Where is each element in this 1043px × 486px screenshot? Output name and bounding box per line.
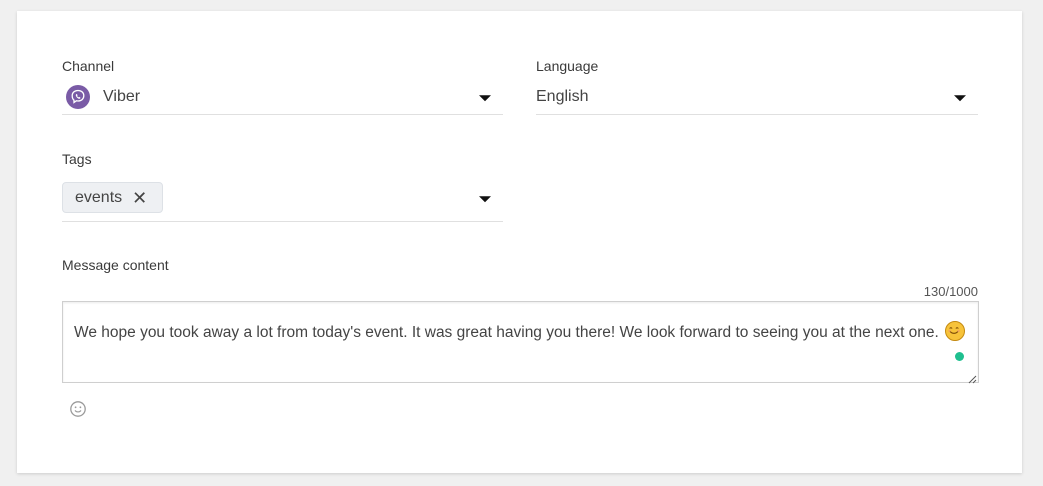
smiling-face-emoji-icon	[945, 321, 966, 341]
message-textarea[interactable]: We hope you took away a lot from today's…	[62, 301, 979, 384]
status-dot	[955, 352, 964, 361]
message-text-content: We hope you took away a lot from today's…	[74, 324, 939, 341]
message-text: We hope you took away a lot from today's…	[74, 321, 966, 342]
resize-handle-icon[interactable]	[967, 371, 977, 384]
language-select[interactable]: English	[536, 80, 978, 115]
chevron-down-icon[interactable]	[479, 196, 491, 203]
tag-chip-label: events	[75, 188, 123, 206]
channel-value: Viber	[103, 88, 141, 105]
character-counter: 130/1000	[923, 284, 978, 299]
form-card: Channel Viber Language English Tags even…	[17, 11, 1022, 473]
channel-label: Channel	[62, 58, 115, 74]
tag-chip: events ✕	[62, 182, 164, 213]
chevron-down-icon[interactable]	[479, 95, 491, 102]
language-label: Language	[536, 58, 599, 74]
channel-select[interactable]: Viber	[62, 80, 503, 115]
smiley-icon[interactable]	[69, 400, 87, 418]
language-value: English	[536, 88, 589, 105]
message-label: Message content	[62, 257, 169, 273]
viber-icon	[66, 85, 90, 109]
tags-label: Tags	[62, 151, 92, 167]
close-icon[interactable]: ✕	[132, 189, 147, 207]
chevron-down-icon[interactable]	[954, 95, 966, 102]
tags-select[interactable]: events ✕	[62, 182, 503, 222]
